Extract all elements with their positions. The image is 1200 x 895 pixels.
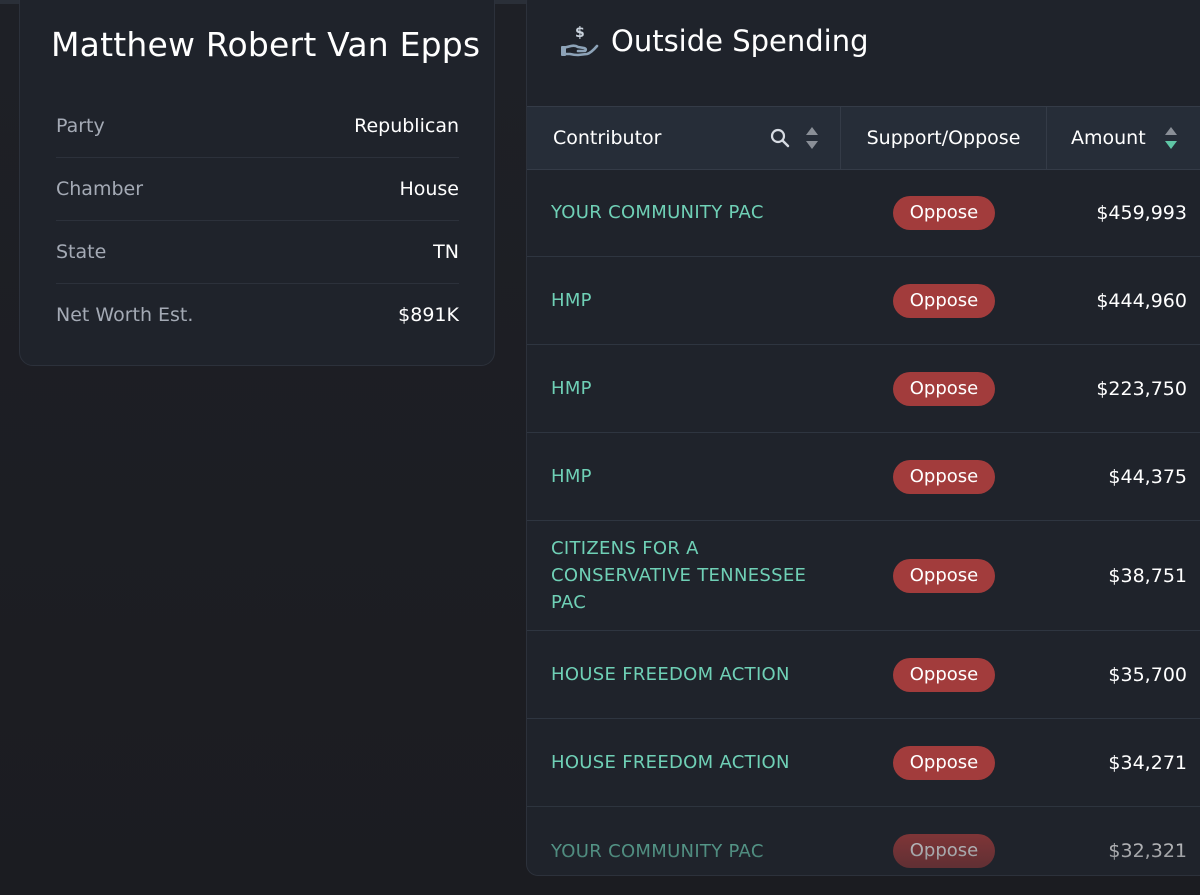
oppose-badge: Oppose <box>892 657 996 692</box>
svg-text:$: $ <box>575 25 585 41</box>
table-row: YOUR COMMUNITY PAC Oppose $32,321 <box>527 807 1200 875</box>
stance-cell: Oppose <box>841 834 1047 868</box>
outside-spending-header: $ Outside Spending <box>561 21 869 61</box>
amount-cell: $444,960 <box>1096 289 1187 312</box>
table-row: HMP Oppose $44,375 <box>527 433 1200 521</box>
table-row: HOUSE FREEDOM ACTION Oppose $35,700 <box>527 631 1200 719</box>
oppose-badge: Oppose <box>892 371 996 406</box>
search-icon[interactable] <box>770 128 790 148</box>
column-header-amount[interactable]: Amount <box>1047 107 1200 169</box>
contributor-link[interactable]: HMP <box>527 463 841 490</box>
profile-card: Matthew Robert Van Epps Party Republican… <box>19 0 495 366</box>
profile-row-state: State TN <box>56 221 459 284</box>
amount-cell: $38,751 <box>1108 564 1187 587</box>
outside-spending-title: Outside Spending <box>611 24 869 58</box>
stance-cell: Oppose <box>841 657 1047 692</box>
chamber-label: Chamber <box>56 178 144 200</box>
oppose-badge: Oppose <box>892 834 996 868</box>
stance-cell: Oppose <box>841 745 1047 780</box>
contributor-header-icons <box>770 107 820 169</box>
table-row: YOUR COMMUNITY PAC Oppose $459,993 <box>527 169 1200 257</box>
stance-cell: Oppose <box>841 558 1047 593</box>
contributor-link[interactable]: HMP <box>527 287 841 314</box>
support-oppose-column-label: Support/Oppose <box>866 127 1021 149</box>
oppose-badge: Oppose <box>892 745 996 780</box>
contributor-link[interactable]: HMP <box>527 375 841 402</box>
party-value: Republican <box>354 115 459 137</box>
table-row: HOUSE FREEDOM ACTION Oppose $34,271 <box>527 719 1200 807</box>
amount-cell: $35,700 <box>1108 663 1187 686</box>
net-worth-label: Net Worth Est. <box>56 304 194 326</box>
stance-cell: Oppose <box>841 371 1047 406</box>
contributor-sort-icon[interactable] <box>804 125 820 151</box>
oppose-badge: Oppose <box>892 558 996 593</box>
contributor-column-label: Contributor <box>553 127 662 149</box>
profile-row-net-worth: Net Worth Est. $891K <box>56 284 459 346</box>
column-header-support-oppose[interactable]: Support/Oppose <box>841 107 1047 169</box>
chamber-value: House <box>399 178 459 200</box>
profile-details: Party Republican Chamber House State TN … <box>56 95 459 346</box>
state-label: State <box>56 241 107 263</box>
table-row: HMP Oppose $444,960 <box>527 257 1200 345</box>
net-worth-value: $891K <box>398 304 459 326</box>
stance-cell: Oppose <box>841 195 1047 230</box>
profile-row-chamber: Chamber House <box>56 158 459 221</box>
column-header-contributor[interactable]: Contributor <box>527 107 841 169</box>
amount-cell: $223,750 <box>1096 377 1187 400</box>
profile-row-party: Party Republican <box>56 95 459 158</box>
party-label: Party <box>56 115 105 137</box>
amount-cell: $34,271 <box>1108 751 1187 774</box>
amount-column-label: Amount <box>1071 127 1146 149</box>
table-header: Contributor Support/Oppose Amount <box>527 106 1200 170</box>
amount-cell: $459,993 <box>1096 201 1187 224</box>
money-hand-icon: $ <box>561 24 599 58</box>
amount-cell: $44,375 <box>1108 465 1187 488</box>
profile-name: Matthew Robert Van Epps <box>51 25 481 64</box>
contributor-link[interactable]: CITIZENS FOR A CONSERVATIVE TENNESSEE PA… <box>527 535 841 616</box>
amount-cell: $32,321 <box>1108 840 1187 862</box>
contributor-link[interactable]: YOUR COMMUNITY PAC <box>527 838 841 865</box>
oppose-badge: Oppose <box>892 283 996 318</box>
page: Matthew Robert Van Epps Party Republican… <box>0 0 1200 895</box>
table-row: HMP Oppose $223,750 <box>527 345 1200 433</box>
state-value: TN <box>433 241 459 263</box>
table-body: YOUR COMMUNITY PAC Oppose $459,993 HMP O… <box>527 169 1200 875</box>
outside-spending-panel: $ Outside Spending Contributor Support/O… <box>526 0 1200 876</box>
table-row: CITIZENS FOR A CONSERVATIVE TENNESSEE PA… <box>527 521 1200 631</box>
stance-cell: Oppose <box>841 459 1047 494</box>
stance-cell: Oppose <box>841 283 1047 318</box>
contributor-link[interactable]: HOUSE FREEDOM ACTION <box>527 749 841 776</box>
contributor-link[interactable]: HOUSE FREEDOM ACTION <box>527 661 841 688</box>
contributor-link[interactable]: YOUR COMMUNITY PAC <box>527 199 841 226</box>
amount-sort-icon[interactable] <box>1163 125 1179 151</box>
oppose-badge: Oppose <box>892 459 996 494</box>
oppose-badge: Oppose <box>892 195 996 230</box>
